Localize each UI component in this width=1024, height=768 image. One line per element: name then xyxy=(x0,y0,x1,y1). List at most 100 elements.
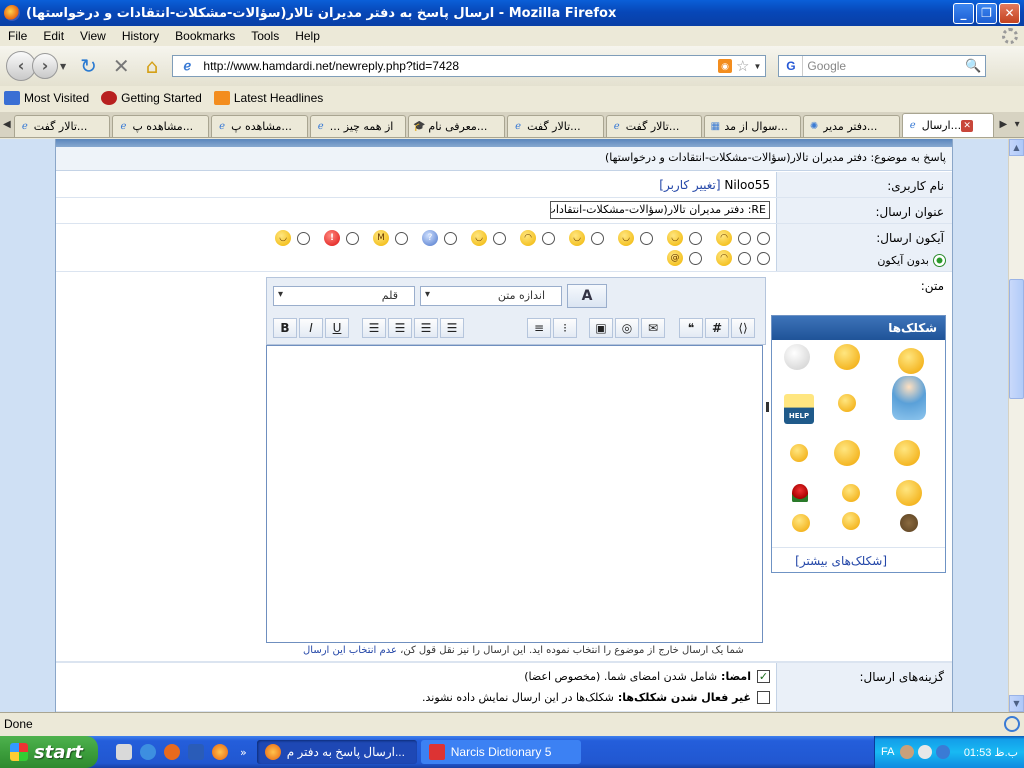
unselect-post-link[interactable]: عدم انتخاب این ارسال xyxy=(303,645,397,656)
smiley-wave-icon[interactable] xyxy=(838,394,856,412)
disable-smilies-checkbox[interactable] xyxy=(757,691,770,704)
scroll-thumb[interactable] xyxy=(1009,279,1024,399)
search-input[interactable]: Google xyxy=(807,59,965,73)
search-box[interactable]: G Google 🔍 xyxy=(778,55,987,77)
text-color-button[interactable]: A xyxy=(567,284,607,308)
bold-button[interactable]: B xyxy=(273,318,297,338)
insert-email-icon[interactable]: ✉ xyxy=(641,318,665,338)
stop-icon[interactable]: ✕ xyxy=(113,54,130,78)
scroll-down-icon[interactable]: ▼ xyxy=(1009,695,1024,712)
status-extension-icon[interactable] xyxy=(1004,716,1020,732)
tray-arrow-icon[interactable] xyxy=(900,745,915,759)
italic-button[interactable]: I xyxy=(299,318,323,338)
menu-file[interactable]: File xyxy=(0,29,35,43)
menu-tools[interactable]: Tools xyxy=(243,29,287,43)
tab-close-icon[interactable]: ✕ xyxy=(961,119,974,132)
url-dropdown-icon[interactable]: ▼ xyxy=(753,62,761,71)
icon-radio[interactable] xyxy=(493,231,506,245)
underline-button[interactable]: U xyxy=(325,318,349,338)
smiley-cool-icon[interactable] xyxy=(894,440,920,466)
coffee-icon[interactable] xyxy=(900,514,918,532)
tab-8[interactable]: ▦ سوال از مد... xyxy=(704,115,802,137)
smiley-help-icon[interactable]: HELP xyxy=(784,394,814,424)
search-engine-icon[interactable]: G xyxy=(779,56,804,76)
size-select[interactable]: اندازه متن xyxy=(420,286,562,306)
unordered-list-icon[interactable]: ⁝ xyxy=(553,318,577,338)
tab-6[interactable]: ℯ تالار گفت... xyxy=(507,115,604,137)
icon-radio[interactable] xyxy=(395,231,408,245)
smiley-sun-icon[interactable] xyxy=(898,348,924,374)
quote-icon[interactable]: ❝ xyxy=(679,318,703,338)
language-indicator[interactable]: FA xyxy=(881,746,894,758)
smiley-angel-icon[interactable] xyxy=(892,376,926,420)
rss-feed-icon[interactable]: ◉ xyxy=(718,59,733,73)
network-icon[interactable] xyxy=(918,745,933,759)
tab-2[interactable]: ℯ مشاهده پ... xyxy=(112,115,210,137)
url-text[interactable]: http://www.hamdardi.net/newreply.php?tid… xyxy=(203,59,718,73)
tab-1[interactable]: ℯ تالار گفت... xyxy=(13,115,111,137)
history-dropdown-icon[interactable]: ▼ xyxy=(60,62,66,71)
rose-icon[interactable] xyxy=(792,484,808,502)
align-left-icon[interactable]: ☰ xyxy=(362,318,386,338)
tab-5[interactable]: 🎓 معرفی نام... xyxy=(408,115,506,137)
icon-radio[interactable] xyxy=(640,231,653,245)
smiley-fly-icon[interactable] xyxy=(834,440,860,466)
taskbar-firefox[interactable]: ارسال پاسخ به دفتر م... xyxy=(256,740,417,764)
more-smilies-link[interactable]: [شکلک‌های بیشتر] xyxy=(772,547,945,568)
icon-radio[interactable] xyxy=(444,231,457,245)
tray-app-icon[interactable] xyxy=(936,745,951,759)
tab-scroll-right-icon[interactable]: ▶ xyxy=(996,113,1010,137)
message-textarea[interactable] xyxy=(266,345,763,643)
tab-9[interactable]: ✺ دفتر مدیر... xyxy=(803,115,900,137)
signature-checkbox[interactable]: ✓ xyxy=(757,670,770,683)
hash-button[interactable]: # xyxy=(705,318,729,338)
word-icon[interactable] xyxy=(188,744,204,760)
font-select[interactable]: قلم xyxy=(273,286,415,306)
bookmark-star-icon[interactable]: ☆ xyxy=(736,57,749,75)
menu-view[interactable]: View xyxy=(72,29,114,43)
tab-3[interactable]: ℯ مشاهده پ... xyxy=(211,115,308,137)
firefox-quick-icon[interactable] xyxy=(212,744,228,760)
tab-7[interactable]: ℯ تالار گفت... xyxy=(605,115,703,137)
smiley-clap-icon[interactable] xyxy=(842,484,860,502)
close-button[interactable]: ✕ xyxy=(999,2,1020,24)
insert-link-icon[interactable]: ◎ xyxy=(615,318,639,338)
smiley-ghost-icon[interactable] xyxy=(784,344,810,370)
code-icon[interactable]: ⟨⟩ xyxy=(731,318,755,338)
taskbar-narcis[interactable]: Narcis Dictionary 5 xyxy=(420,740,581,764)
align-right-icon[interactable]: ☰ xyxy=(414,318,438,338)
quick-launch-more-icon[interactable]: » xyxy=(240,746,247,759)
vertical-scrollbar[interactable]: ▲ ▼ xyxy=(1008,139,1024,712)
disable-smilies-option[interactable]: غیر فعال شدن شکلک‌ها: شکلک‌ها در این ارس… xyxy=(422,691,770,704)
icon-radio[interactable] xyxy=(689,251,702,265)
smiley-shy-icon[interactable] xyxy=(842,512,860,530)
insert-image-icon[interactable]: ▣ xyxy=(589,318,613,338)
quick-launch-icon[interactable] xyxy=(116,744,132,760)
forward-button[interactable]: › xyxy=(32,53,58,79)
home-icon[interactable]: ⌂ xyxy=(146,54,159,78)
icon-radio[interactable] xyxy=(689,231,702,245)
menu-history[interactable]: History xyxy=(114,29,167,43)
reload-icon[interactable]: ↻ xyxy=(80,54,97,78)
signature-option[interactable]: ✓ امضا: شامل شدن امضای شما. (مخصوص اعضا) xyxy=(524,670,770,683)
change-user-link[interactable]: [تغییر کاربر] xyxy=(659,178,720,192)
icon-radio[interactable] xyxy=(346,231,359,245)
tab-scroll-left-icon[interactable]: ◀ xyxy=(0,113,14,137)
smiley-laugh-icon[interactable] xyxy=(896,480,922,506)
icon-radio[interactable] xyxy=(757,251,770,265)
menu-help[interactable]: Help xyxy=(287,29,328,43)
smiley-book-icon[interactable] xyxy=(834,344,860,370)
bookmark-latest-headlines[interactable]: Latest Headlines xyxy=(213,91,323,105)
no-icon-radio[interactable] xyxy=(933,254,946,267)
tab-active[interactable]: ℯ ارسال... ✕ xyxy=(901,113,995,137)
icon-radio[interactable] xyxy=(542,231,555,245)
minimize-button[interactable]: _ xyxy=(953,2,974,24)
scroll-up-icon[interactable]: ▲ xyxy=(1009,139,1024,156)
icon-radio[interactable] xyxy=(757,231,770,245)
tab-4[interactable]: ℯ ... از همه چیز xyxy=(309,115,407,137)
bookmark-getting-started[interactable]: Getting Started xyxy=(101,91,202,105)
icon-radio[interactable] xyxy=(738,231,751,245)
media-player-icon[interactable] xyxy=(164,744,180,760)
bookmark-most-visited[interactable]: Most Visited xyxy=(4,91,89,105)
search-icon[interactable]: 🔍 xyxy=(965,58,981,74)
